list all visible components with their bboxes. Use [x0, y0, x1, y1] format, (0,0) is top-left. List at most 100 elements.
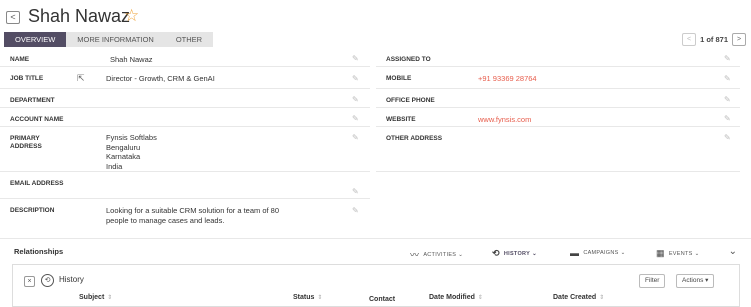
- field-row-website: WEBSITE www.fynsis.com ✎: [376, 108, 740, 127]
- field-value-name[interactable]: Shah Nawaz: [110, 55, 153, 65]
- field-row-primary-address: PRIMARY ADDRESS Fynsis Softlabs Bengalur…: [0, 127, 370, 172]
- favorite-star-icon[interactable]: ☆: [124, 6, 139, 26]
- rel-tab-label: ACTIVITIES: [423, 251, 457, 258]
- tab-overview[interactable]: OVERVIEW: [4, 32, 67, 47]
- rel-tab-campaigns[interactable]: ▬ CAMPAIGNS ⌄: [570, 248, 626, 258]
- sort-icon: ⇕: [599, 295, 605, 301]
- col-date-created[interactable]: Date Created ⇕: [553, 294, 604, 301]
- edit-pencil-icon[interactable]: ✎: [352, 114, 359, 123]
- detail-panel: NAME Shah Nawaz ✎ JOB TITLE ⇱ Director -…: [0, 48, 751, 230]
- edit-pencil-icon[interactable]: ✎: [724, 114, 731, 123]
- field-label: PRIMARY ADDRESS: [10, 135, 42, 150]
- history-subpanel: × ⟲ History Filter Actions ▾ Subject ⇕ St…: [12, 264, 740, 307]
- rel-tab-label: HISTORY: [503, 250, 531, 257]
- campaign-icon: ▬: [570, 248, 580, 258]
- rel-tab-label: CAMPAIGNS: [583, 250, 619, 256]
- subpanel-title: History: [59, 275, 84, 284]
- chevron-left-icon: <: [10, 12, 16, 22]
- prev-record-button[interactable]: <: [682, 32, 697, 46]
- field-row-description: DESCRIPTION Looking for a suitable CRM s…: [0, 199, 370, 229]
- field-label: EMAIL ADDRESS: [10, 180, 64, 187]
- address-line: India: [106, 161, 123, 171]
- rel-tab-label: EVENTS: [668, 250, 693, 257]
- edit-pencil-icon[interactable]: ✎: [352, 95, 359, 104]
- rel-tab-activities[interactable]: 〰 ACTIVITIES ⌄: [410, 248, 463, 261]
- edit-pencil-icon[interactable]: ✎: [724, 133, 731, 142]
- rel-tab-history[interactable]: ⟲ HISTORY ⌄: [492, 248, 537, 259]
- field-value-primary-address[interactable]: Fynsis Softlabs Bengaluru Karnataka Indi…: [106, 133, 157, 171]
- edit-pencil-icon[interactable]: ✎: [352, 54, 359, 63]
- edit-pencil-icon[interactable]: ✎: [724, 54, 731, 63]
- col-date-modified[interactable]: Date Modified ⇕: [429, 294, 483, 301]
- sort-icon: ⇕: [107, 295, 113, 301]
- col-status[interactable]: Status ⇕: [293, 294, 322, 301]
- history-icon: ⟲: [41, 274, 54, 287]
- field-label: JOB TITLE: [10, 75, 44, 82]
- field-row-assigned-to: ASSIGNED TO ✎: [376, 48, 740, 67]
- field-label: MOBILE: [386, 75, 412, 82]
- record-pager: < 1 of 871 >: [682, 32, 746, 46]
- close-subpanel-button[interactable]: ×: [24, 276, 35, 287]
- col-label: Date Modified: [429, 294, 475, 301]
- field-label: ASSIGNED TO: [386, 56, 431, 63]
- tab-more-information[interactable]: MORE INFORMATION: [66, 32, 165, 47]
- sort-icon: ⇕: [317, 295, 323, 301]
- field-label: ACCOUNT NAME: [10, 116, 64, 123]
- rel-tab-events[interactable]: ▦ EVENTS ⌄: [656, 248, 700, 259]
- field-row-office-phone: OFFICE PHONE ✎: [376, 89, 740, 108]
- next-record-button[interactable]: >: [732, 32, 746, 46]
- description-line: people to manage cases and leads.: [106, 216, 225, 225]
- filter-button[interactable]: Filter: [639, 274, 666, 288]
- field-value-website[interactable]: www.fynsis.com: [478, 115, 531, 125]
- actions-button[interactable]: Actions ▾: [676, 274, 715, 288]
- activity-icon: 〰: [410, 250, 420, 260]
- field-row-email: EMAIL ADDRESS ✎: [0, 172, 370, 199]
- field-label: WEBSITE: [386, 116, 416, 123]
- relationships-title: Relationships: [14, 247, 64, 256]
- field-row-other-address: OTHER ADDRESS ✎: [376, 127, 740, 172]
- field-label: OTHER ADDRESS: [386, 135, 443, 142]
- close-icon: ×: [27, 278, 32, 285]
- actions-label: Actions: [682, 277, 704, 284]
- field-row-department: DEPARTMENT ✎: [0, 89, 370, 108]
- field-value-job-title[interactable]: Director - Growth, CRM & GenAI: [106, 74, 215, 84]
- field-row-mobile: MOBILE +91 93369 28764 ✎: [376, 67, 740, 89]
- detail-tabs: OVERVIEW MORE INFORMATION OTHER: [4, 32, 214, 47]
- edit-pencil-icon[interactable]: ✎: [352, 74, 359, 83]
- edit-pencil-icon[interactable]: ✎: [352, 206, 359, 215]
- field-row-job-title: JOB TITLE ⇱ Director - Growth, CRM & Gen…: [0, 67, 370, 89]
- address-line: Karnataka: [106, 152, 141, 161]
- field-value-description[interactable]: Looking for a suitable CRM solution for …: [106, 206, 279, 226]
- col-contact: Contact: [369, 296, 396, 303]
- events-icon: ▦: [656, 248, 665, 258]
- edit-pencil-icon[interactable]: ✎: [724, 74, 731, 83]
- relationships-bar: Relationships 〰 ACTIVITIES ⌄ ⟲ HISTORY ⌄ ▬…: [0, 238, 751, 264]
- page-title: Shah Nawaz: [28, 6, 131, 26]
- address-line: Fynsis Softlabs: [106, 133, 157, 142]
- history-icon: ⟲: [492, 248, 500, 258]
- col-label: Status: [293, 294, 315, 301]
- tab-other[interactable]: OTHER: [164, 32, 214, 47]
- cursor-icon: ⇱: [77, 73, 85, 83]
- col-subject[interactable]: Subject ⇕: [79, 294, 112, 301]
- edit-pencil-icon[interactable]: ✎: [352, 133, 359, 142]
- edit-pencil-icon[interactable]: ✎: [724, 95, 731, 104]
- description-line: Looking for a suitable CRM solution for …: [106, 206, 280, 215]
- address-line: Bengaluru: [106, 142, 141, 152]
- field-label: NAME: [10, 56, 30, 63]
- field-row-account-name: ACCOUNT NAME ✎: [0, 108, 370, 127]
- field-label: DESCRIPTION: [10, 207, 55, 214]
- caret-down-icon: ▾: [705, 277, 709, 284]
- chevron-down-icon[interactable]: ⌄: [729, 246, 737, 257]
- col-label: Date Created: [553, 294, 597, 301]
- edit-pencil-icon[interactable]: ✎: [352, 187, 359, 196]
- field-label: OFFICE PHONE: [386, 97, 435, 104]
- field-row-name: NAME Shah Nawaz ✎: [0, 48, 370, 67]
- col-label: Subject: [79, 294, 105, 301]
- field-label: DEPARTMENT: [10, 97, 55, 104]
- record-header: < Shah Nawaz ☆: [0, 0, 751, 32]
- sort-icon: ⇕: [477, 295, 483, 301]
- back-button[interactable]: <: [6, 11, 20, 24]
- record-position: 1 of 871: [700, 34, 728, 44]
- field-value-mobile[interactable]: +91 93369 28764: [478, 74, 537, 84]
